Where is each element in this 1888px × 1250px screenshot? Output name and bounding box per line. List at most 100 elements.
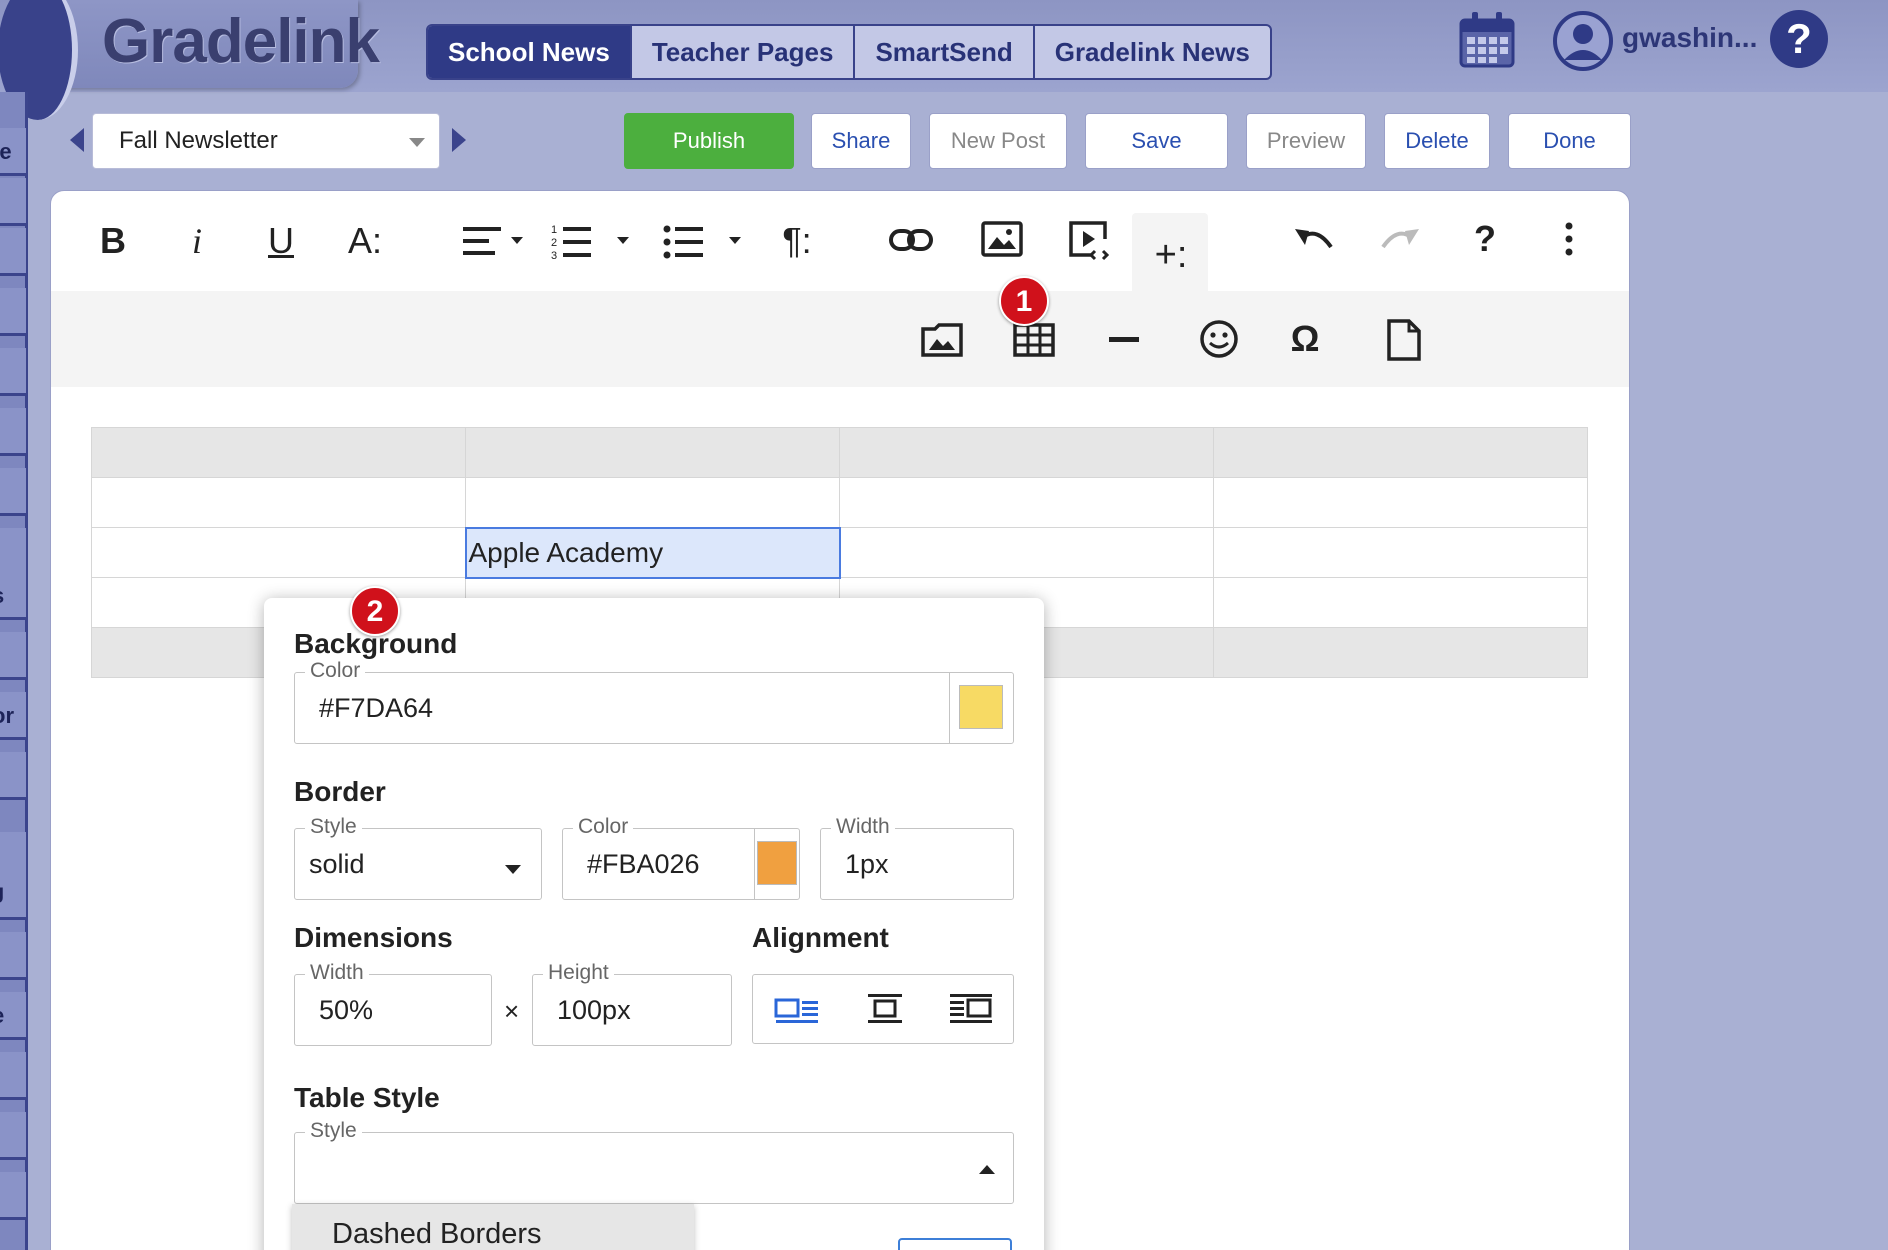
new-post-button[interactable]: New Post — [929, 113, 1067, 169]
app-logo[interactable]: Gradelink — [102, 6, 380, 77]
save-button[interactable]: Save — [1085, 113, 1228, 169]
sidebar-item[interactable] — [0, 1172, 26, 1220]
done-button[interactable]: Done — [1508, 113, 1631, 169]
sidebar-item[interactable] — [0, 178, 26, 226]
unordered-list-icon[interactable] — [663, 221, 749, 261]
sidebar-item[interactable] — [0, 932, 26, 980]
table-width-value: 50% — [319, 994, 374, 1025]
table-width-field[interactable]: Width 50% — [294, 961, 492, 1046]
delete-button[interactable]: Delete — [1384, 113, 1490, 169]
sidebar-item[interactable] — [0, 408, 26, 456]
background-color-field[interactable]: Color #F7DA64 — [294, 659, 1014, 744]
underline-icon[interactable]: U — [253, 213, 309, 269]
chevron-down-icon — [505, 865, 521, 874]
align-left-icon[interactable] — [753, 975, 841, 1043]
file-icon[interactable] — [1387, 319, 1421, 361]
logo-container: Gradelink — [0, 0, 380, 120]
table-style-option-dashed[interactable]: Dashed Borders — [292, 1204, 694, 1250]
sidebar-item[interactable]: s — [0, 572, 26, 620]
post-select[interactable]: Fall Newsletter — [92, 113, 440, 169]
alignment-section-title: Alignment — [752, 922, 889, 953]
table-cell[interactable] — [465, 477, 840, 528]
help-icon[interactable]: ? — [1768, 8, 1830, 70]
next-post-arrow[interactable] — [452, 128, 466, 152]
link-icon[interactable] — [889, 225, 933, 255]
tab-teacher-pages[interactable]: Teacher Pages — [629, 26, 854, 78]
file-manager-icon[interactable] — [921, 323, 963, 357]
border-color-field[interactable]: Color #FBA026 — [562, 815, 800, 900]
align-center-icon[interactable] — [841, 975, 929, 1043]
image-icon[interactable] — [981, 221, 1023, 257]
align-right-icon[interactable] — [927, 975, 1015, 1043]
border-style-value: solid — [309, 848, 365, 879]
table-properties-popup: Background Color #F7DA64 Border Style so… — [264, 598, 1044, 1250]
dimensions-section-title: Dimensions — [294, 922, 453, 953]
border-style-select[interactable]: Style solid — [294, 815, 542, 900]
border-color-value: #FBA026 — [587, 848, 700, 879]
table-cell[interactable] — [1213, 577, 1588, 628]
table-style-select[interactable]: Style — [294, 1119, 1014, 1204]
bold-icon[interactable]: B — [85, 213, 141, 269]
sidebar-item[interactable] — [0, 348, 26, 396]
user-name[interactable]: gwashin... — [1622, 22, 1757, 54]
sidebar-item[interactable] — [0, 228, 26, 276]
table-cell[interactable] — [839, 477, 1214, 528]
table-height-field[interactable]: Height 100px — [532, 961, 732, 1046]
table-cell[interactable] — [1213, 527, 1588, 578]
font-size-icon[interactable]: A: — [337, 213, 393, 269]
more-insert-icon[interactable]: +: — [1143, 227, 1199, 283]
sidebar-item[interactable]: e — [0, 992, 26, 1040]
prev-post-arrow[interactable] — [70, 128, 84, 152]
tab-gradelink-news[interactable]: Gradelink News — [1032, 26, 1270, 78]
align-icon[interactable] — [463, 225, 533, 259]
table-icon[interactable] — [1013, 323, 1055, 357]
border-color-swatch[interactable] — [754, 829, 800, 899]
sidebar-item[interactable]: t — [0, 632, 26, 680]
table-cell[interactable] — [839, 527, 1214, 578]
table-cell[interactable] — [1213, 477, 1588, 528]
ordered-list-icon[interactable]: 1 2 3 — [551, 221, 637, 261]
publish-button[interactable]: Publish — [624, 113, 794, 169]
sidebar-item[interactable] — [0, 288, 26, 336]
swatch-fill — [757, 841, 797, 885]
sidebar-item[interactable]: J — [0, 872, 26, 920]
sidebar-item[interactable] — [0, 528, 26, 576]
selected-table-cell[interactable]: Apple Academy — [464, 526, 841, 579]
main-nav: School News Teacher Pages SmartSend Grad… — [426, 24, 1272, 80]
user-avatar-icon[interactable] — [1552, 10, 1614, 72]
table-style-section-title: Table Style — [294, 1082, 440, 1113]
table-cell[interactable] — [839, 427, 1214, 478]
post-select-value: Fall Newsletter — [119, 127, 278, 154]
undo-icon[interactable] — [1293, 225, 1335, 253]
calendar-icon[interactable] — [1458, 10, 1516, 70]
alignment-group — [752, 974, 1014, 1044]
emoticon-icon[interactable] — [1199, 319, 1239, 359]
sidebar-item[interactable] — [0, 1052, 26, 1100]
special-characters-icon[interactable]: Ω — [1277, 311, 1333, 367]
help-icon[interactable]: ? — [1457, 211, 1513, 267]
border-width-field[interactable]: Width 1px — [820, 815, 1014, 900]
background-color-swatch[interactable] — [949, 673, 1013, 743]
sidebar-item[interactable]: te — [0, 128, 26, 176]
table-cell[interactable] — [465, 427, 840, 478]
table-cell[interactable] — [1213, 427, 1588, 478]
popup-action-button[interactable] — [898, 1238, 1012, 1250]
italic-icon[interactable]: i — [169, 213, 225, 269]
table-cell[interactable] — [91, 427, 466, 478]
tab-school-news[interactable]: School News — [428, 26, 630, 78]
tab-smartsend[interactable]: SmartSend — [853, 26, 1032, 78]
preview-button[interactable]: Preview — [1246, 113, 1366, 169]
share-button[interactable]: Share — [811, 113, 911, 169]
sidebar-item[interactable] — [0, 752, 26, 800]
table-cell[interactable] — [91, 527, 466, 578]
paragraph-format-icon[interactable]: ¶: — [769, 213, 825, 269]
horizontal-line-icon[interactable] — [1109, 337, 1139, 343]
video-icon[interactable] — [1067, 219, 1111, 263]
more-options-icon[interactable] — [1563, 221, 1575, 257]
sidebar-item[interactable] — [0, 468, 26, 516]
sidebar-item[interactable] — [0, 1112, 26, 1160]
table-cell[interactable] — [91, 477, 466, 528]
sidebar-item[interactable]: or — [0, 692, 26, 740]
redo-icon[interactable] — [1379, 225, 1421, 253]
table-cell[interactable] — [1213, 627, 1588, 678]
